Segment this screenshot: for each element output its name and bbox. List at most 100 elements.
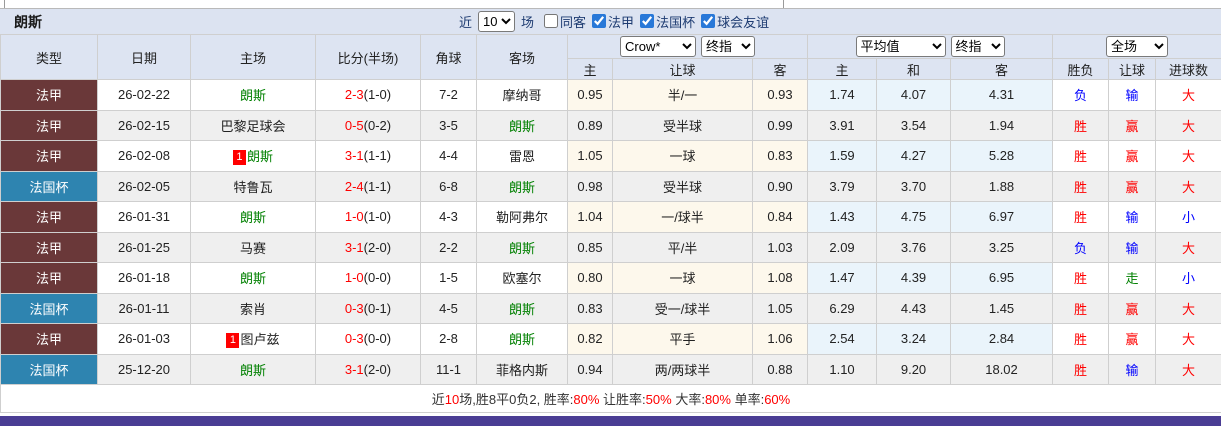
corners-cell: 6-8	[420, 170, 477, 202]
home-team-name: 朗斯	[239, 210, 266, 226]
away-team-cell: 朗斯	[476, 292, 568, 324]
filter-checkbox-group-2[interactable]: 法国杯	[636, 12, 695, 31]
away-team-name: 雷恩	[508, 149, 535, 165]
corners-cell: 4-3	[420, 201, 477, 233]
result-cell: 胜	[1052, 170, 1110, 202]
odds-final-select[interactable]: 终指	[701, 36, 755, 57]
home-team-name: 特鲁瓦	[233, 179, 273, 195]
filter-checkbox-2[interactable]	[640, 14, 655, 29]
handicap-cell: 受半球	[612, 109, 753, 141]
handicap-result-cell: 输	[1108, 79, 1157, 111]
away-team-name: 朗斯	[508, 179, 535, 195]
summary-line: 近10场,胜8平0负2, 胜率:80% 让胜率:50% 大率:80% 单率:60…	[0, 384, 1221, 413]
home-team-name: 朗斯	[239, 271, 266, 287]
corners-cell: 11-1	[420, 353, 477, 385]
filter-checkbox-3[interactable]	[701, 14, 716, 29]
goals-result-cell: 大	[1155, 353, 1221, 385]
handicap-result-cell: 输	[1108, 353, 1157, 385]
handicap-result-cell: 赢	[1108, 292, 1157, 324]
goals-result-cell: 大	[1155, 170, 1221, 202]
top-strip	[0, 0, 1221, 9]
scope-select[interactable]: 全场	[1106, 36, 1169, 57]
result-cell: 胜	[1052, 109, 1110, 141]
avg-final-select[interactable]: 终指	[950, 36, 1005, 57]
filter-checkbox-group-3[interactable]: 球会友谊	[697, 12, 769, 31]
home-odds-cell: 0.83	[567, 292, 613, 324]
date-cell: 26-01-11	[97, 292, 191, 324]
sub-header-goals-result: 进球数	[1155, 58, 1221, 80]
rank-badge: 1	[232, 150, 246, 166]
date-cell: 25-12-20	[97, 353, 191, 385]
league-cell: 法国杯	[0, 170, 98, 202]
home-team-cell: 特鲁瓦	[190, 170, 316, 202]
avg-home-odds-cell: 1.74	[807, 79, 878, 111]
league-cell: 法甲	[0, 262, 98, 294]
top-strip-tick	[4, 0, 5, 8]
result-cell: 负	[1052, 79, 1110, 111]
corners-cell: 3-5	[420, 109, 477, 141]
fulltime-score: 3-1	[344, 148, 364, 164]
avg-draw-odds-cell: 4.39	[876, 262, 952, 294]
away-team-name: 朗斯	[508, 332, 535, 348]
summary-segment: 场,胜8平0负2, 胜率:	[459, 392, 574, 407]
result-cell: 胜	[1052, 201, 1110, 233]
filter-checkbox-0[interactable]	[544, 14, 559, 29]
goals-result-cell: 大	[1155, 292, 1221, 324]
fulltime-score: 3-1	[344, 361, 364, 377]
summary-segment: 80%	[573, 392, 600, 407]
home-team-name: 索肖	[239, 301, 266, 317]
filter-checkboxes: 同客 法甲 法国杯 球会友谊	[538, 12, 769, 32]
sub-header-handicap: 让球	[612, 58, 753, 80]
summary-segment: 单率:	[730, 392, 765, 407]
halftime-score: (1-1)	[363, 178, 392, 194]
goals-result-cell: 小	[1155, 262, 1221, 294]
filter-checkbox-group-0[interactable]: 同客	[540, 12, 586, 31]
table-row: 法国杯 26-02-05 特鲁瓦 2-4(1-1) 6-8 朗斯 0.98 受半…	[0, 170, 1221, 202]
result-cell: 胜	[1052, 353, 1110, 385]
recent-count-select[interactable]: 10	[478, 11, 516, 32]
handicap-cell: 平/半	[612, 231, 753, 263]
home-team-cell: 朗斯	[190, 201, 316, 233]
filter-checkbox-1[interactable]	[592, 14, 607, 29]
away-odds-cell: 0.88	[751, 353, 809, 385]
score-cell: 1-0(0-0)	[315, 262, 421, 294]
goals-result-cell: 大	[1155, 79, 1221, 111]
odds-company-select[interactable]: Crow*	[620, 36, 696, 57]
away-team-cell: 菲格内斯	[476, 353, 568, 385]
avg-away-odds-cell: 1.88	[950, 170, 1054, 202]
away-odds-cell: 0.93	[751, 79, 809, 111]
goals-result-cell: 大	[1155, 109, 1221, 141]
goals-result-cell: 小	[1155, 201, 1221, 233]
home-odds-cell: 0.82	[567, 323, 613, 355]
league-cell: 法甲	[0, 231, 98, 263]
sub-header-odds-away: 客	[751, 58, 809, 80]
score-cell: 3-1(2-0)	[315, 231, 421, 263]
away-team-cell: 摩纳哥	[476, 79, 568, 111]
home-team-name: 巴黎足球会	[220, 118, 286, 134]
avg-home-odds-cell: 3.91	[807, 109, 878, 141]
home-odds-cell: 1.05	[567, 140, 613, 172]
league-cell: 法甲	[0, 323, 98, 355]
avg-away-odds-cell: 6.95	[950, 262, 1054, 294]
match-history-panel: 朗斯 近 10 场 同客 法甲 法国杯 球会友谊 类型 日期 主场 比分(半场) 角球	[0, 0, 1221, 426]
home-team-cell: 巴黎足球会	[190, 109, 316, 141]
avg-odds-select[interactable]: 平均值	[855, 36, 946, 57]
sub-header-hcp-result: 让球	[1108, 58, 1157, 80]
home-odds-cell: 0.98	[567, 170, 613, 202]
filter-checkbox-group-1[interactable]: 法甲	[588, 12, 634, 31]
home-team-cell: 1 朗斯	[190, 140, 316, 172]
summary-segment: 60%	[764, 392, 791, 407]
score-cell: 0-3(0-0)	[315, 323, 421, 355]
goals-result-cell: 大	[1155, 323, 1221, 355]
col-header-home: 主场	[190, 34, 316, 80]
filter-checkbox-label: 法国杯	[656, 14, 696, 30]
away-odds-cell: 0.83	[751, 140, 809, 172]
avg-draw-odds-cell: 3.70	[876, 170, 952, 202]
handicap-cell: 一球	[612, 262, 753, 294]
away-team-cell: 朗斯	[476, 109, 568, 141]
table-row: 法甲 26-02-15 巴黎足球会 0-5(0-2) 3-5 朗斯 0.89 受…	[0, 109, 1221, 141]
date-cell: 26-02-15	[97, 109, 191, 141]
bottom-divider-bar	[0, 416, 1221, 426]
fulltime-score: 2-4	[344, 178, 364, 194]
handicap-cell: 一/球半	[612, 201, 753, 233]
